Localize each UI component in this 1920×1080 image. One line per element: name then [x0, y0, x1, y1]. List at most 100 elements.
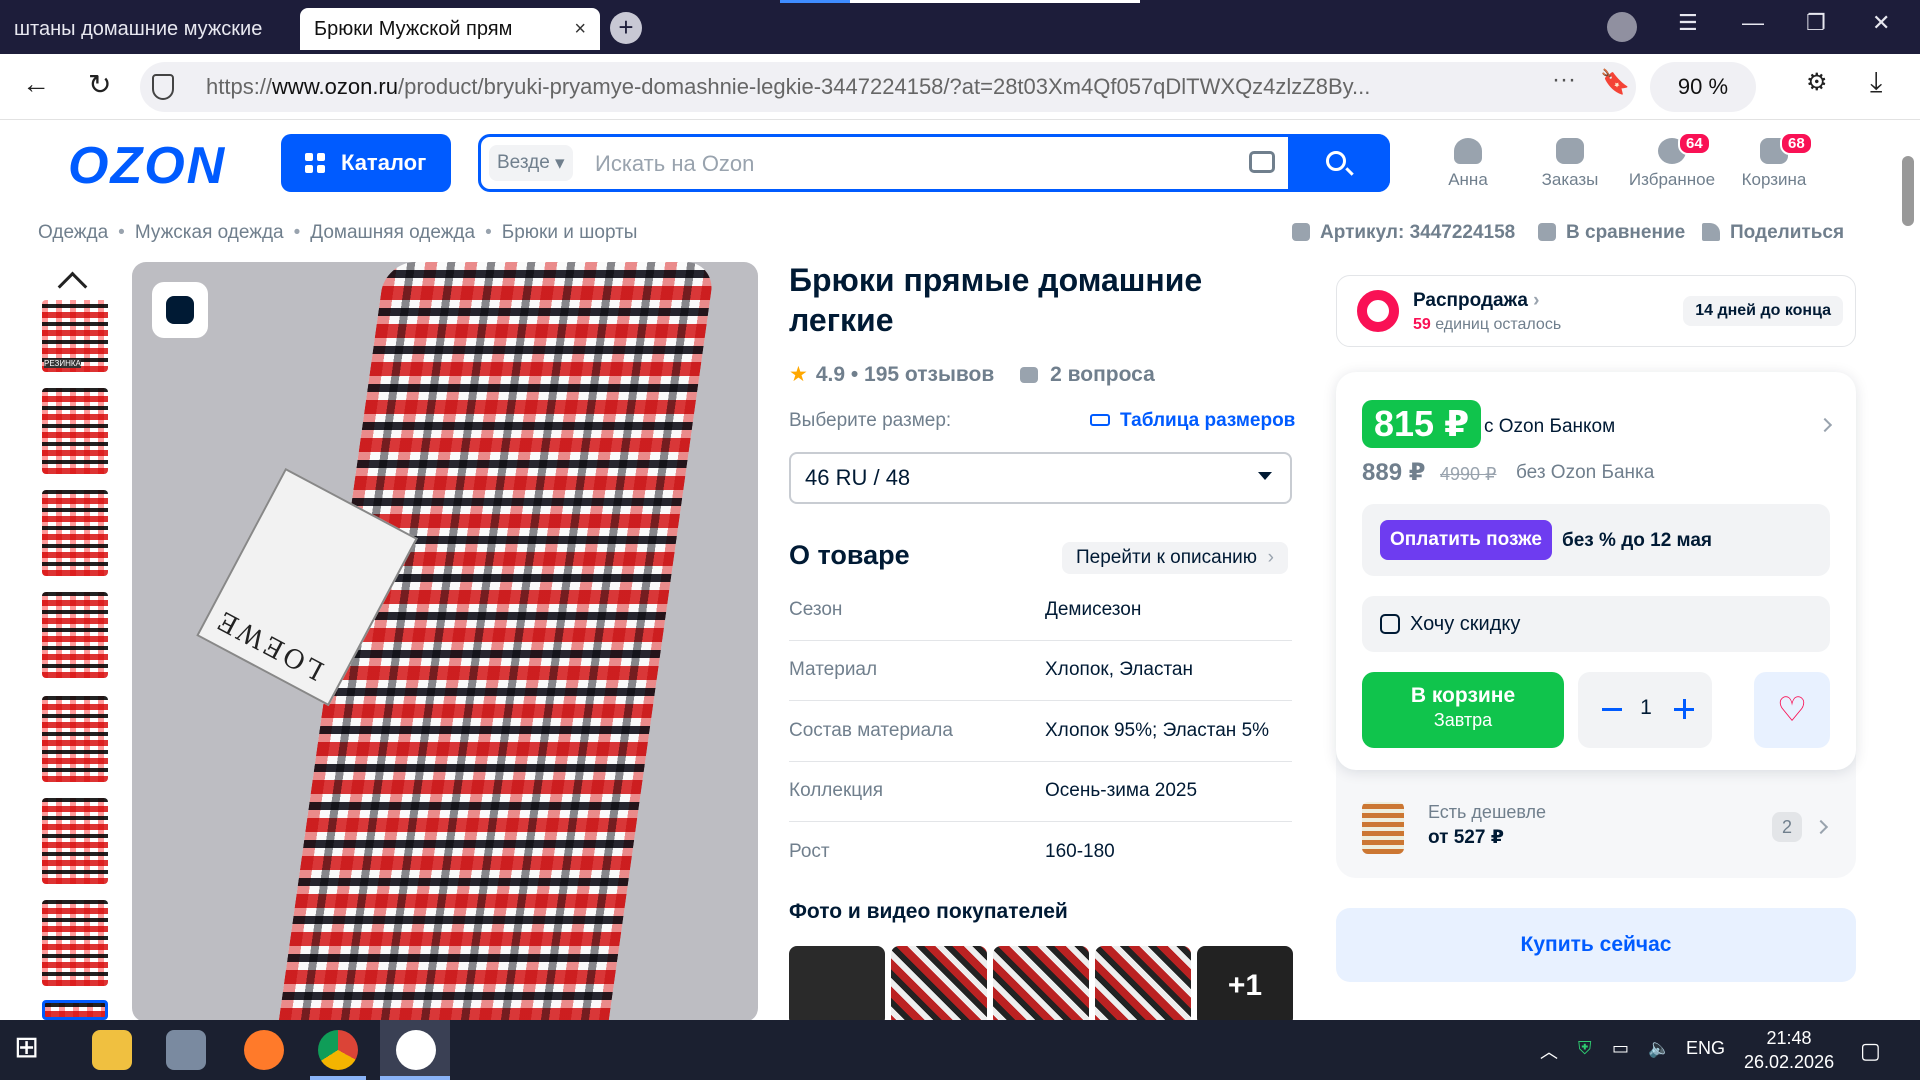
pay-later-button[interactable]: Оплатить позже [1380, 520, 1552, 560]
want-discount-label: Хочу скидку [1410, 612, 1521, 635]
profile-avatar[interactable] [1607, 12, 1637, 42]
tray-chevron-icon[interactable]: ︿ [1540, 1038, 1558, 1064]
ozon-logo[interactable]: OZON [68, 136, 226, 196]
want-discount-button[interactable]: Хочу скидку [1362, 596, 1830, 652]
taskbar [0, 1020, 1920, 1080]
user-icon [1454, 138, 1482, 164]
cheaper-price: от 527 ₽ [1428, 827, 1504, 848]
system-clock[interactable]: 21:48 26.02.2026 [1744, 1026, 1834, 1074]
gallery-thumbnail[interactable] [42, 592, 108, 678]
browser-tab-search[interactable]: штаны домашние мужские [0, 8, 442, 332]
notifications-icon[interactable]: ▢ [1860, 1038, 1881, 1064]
ruler-icon [1090, 414, 1110, 426]
spec-key: Рост [789, 841, 830, 863]
catalog-button[interactable]: Каталог [281, 134, 451, 192]
url-field[interactable]: https://www.ozon.ru/product/bryuki-pryam… [140, 62, 1636, 112]
spec-row: Коллекция Осень-зима 2025 [789, 762, 1292, 822]
gallery-thumbnail[interactable] [42, 388, 108, 474]
download-icon[interactable]: ⤓ [1870, 66, 1882, 99]
chevron-right-icon[interactable] [1817, 417, 1833, 433]
customer-photo[interactable] [993, 946, 1089, 1026]
search-button[interactable] [1288, 134, 1390, 192]
gallery-thumbnail[interactable]: РЕЗИНКА [42, 300, 108, 372]
chrome-icon[interactable] [318, 1030, 358, 1070]
header-orders[interactable]: Заказы [1520, 138, 1620, 190]
compare-icon [1538, 223, 1556, 241]
zoom-indicator[interactable]: 90 % [1650, 62, 1756, 112]
buy-now-button[interactable]: Купить сейчас [1336, 908, 1856, 982]
chevron-right-icon [1813, 819, 1829, 835]
questions-link[interactable]: 2 вопроса [1050, 363, 1155, 386]
site-shield-icon[interactable] [152, 74, 174, 100]
bookmark-icon[interactable]: 🔖 [1600, 68, 1630, 97]
article-number[interactable]: Артикул: 3447224158 [1292, 222, 1515, 244]
language-indicator[interactable]: ENG [1686, 1038, 1725, 1059]
sale-banner[interactable]: Распродажа › 59 единиц осталось 14 дней … [1336, 275, 1856, 347]
calculator-icon[interactable] [166, 1030, 206, 1070]
close-window-icon[interactable]: ✕ [1872, 10, 1890, 36]
tab-title: Брюки Мужской прям [314, 17, 513, 40]
sale-title: Распродажа › [1413, 290, 1540, 312]
customer-photo[interactable] [891, 946, 987, 1026]
header-profile[interactable]: Анна [1418, 138, 1518, 190]
go-to-description-button[interactable]: Перейти к описанию › [1062, 542, 1288, 574]
windows-start-icon[interactable]: ⊞ [14, 1030, 54, 1070]
compare-button[interactable]: В сравнение [1538, 222, 1685, 244]
in-cart-button[interactable]: В корзине Завтра [1362, 672, 1564, 748]
back-arrow-icon[interactable]: ← [22, 68, 50, 100]
size-table-link[interactable]: Таблица размеров [1090, 410, 1295, 432]
search-input[interactable]: Искать на Ozon [595, 151, 754, 177]
scrollbar-thumb[interactable] [1902, 156, 1914, 226]
favorite-button[interactable]: ♡ [1754, 672, 1830, 748]
tab-close-icon[interactable]: × [574, 18, 586, 41]
more-photos-button[interactable]: +1 [1197, 946, 1293, 1026]
gallery-thumbnail-selected[interactable] [42, 1000, 108, 1020]
breadcrumb-item[interactable]: Мужская одежда [135, 222, 284, 244]
restore-icon[interactable]: ❐ [1806, 10, 1826, 36]
pay-later-terms: без % до 12 мая [1562, 530, 1713, 551]
minimize-icon[interactable]: — [1742, 10, 1764, 36]
rating-reviews[interactable]: ★ 4.9 • 195 отзывов 2 вопроса [789, 362, 1155, 387]
menu-icon[interactable]: ☰ [1678, 10, 1698, 36]
price-card: 815 ₽ с Ozon Банком 889 ₽ 4990 ₽ без Ozo… [1336, 372, 1856, 770]
thumbs-scroll-up-icon[interactable] [58, 266, 88, 296]
reload-icon[interactable]: ↻ [88, 68, 111, 101]
without-bank-label: без Ozon Банка [1516, 462, 1655, 483]
browser-tab-product[interactable]: Брюки Мужской прям × [300, 8, 742, 332]
gallery-thumbnail[interactable] [42, 900, 108, 986]
header-cart[interactable]: 68 Корзина [1724, 132, 1824, 190]
cheaper-offers[interactable]: Есть дешевле от 527 ₽ 2 [1362, 798, 1832, 858]
volume-icon[interactable]: 🔈 [1648, 1038, 1670, 1059]
file-explorer-icon[interactable] [92, 1030, 132, 1070]
breadcrumb-item[interactable]: Домашняя одежда [310, 222, 475, 244]
camera-search-icon[interactable] [1249, 151, 1275, 173]
extension-icon[interactable]: ⚙ [1806, 68, 1828, 97]
share-button[interactable]: Поделиться [1702, 222, 1844, 244]
minus-icon[interactable] [1602, 708, 1622, 711]
spec-value: Хлопок 95%; Эластан 5% [1045, 719, 1270, 741]
defender-icon[interactable]: ⛨ [1578, 1038, 1592, 1059]
customer-photos: +1 [789, 946, 1293, 1026]
more-dots-icon[interactable]: ··· [1552, 66, 1576, 94]
yandex-browser-icon[interactable] [396, 1030, 436, 1070]
size-table-label: Таблица размеров [1120, 410, 1296, 431]
customer-photo[interactable] [1095, 946, 1191, 1026]
header-favorites[interactable]: 64 Избранное [1622, 132, 1722, 190]
page-scrollbar[interactable] [1896, 120, 1920, 1020]
firefox-icon[interactable] [244, 1030, 284, 1070]
gallery-thumbnail[interactable] [42, 798, 108, 884]
gallery-thumbnail[interactable] [42, 696, 108, 782]
pay-later-block[interactable]: Оплатить позже без % до 12 мая [1362, 504, 1830, 576]
new-tab-button[interactable]: + [610, 12, 642, 44]
gallery-thumbnail[interactable] [42, 490, 108, 576]
network-icon[interactable]: ▭ [1612, 1038, 1629, 1059]
breadcrumb-item[interactable]: Брюки и шорты [502, 222, 638, 244]
customer-photo[interactable] [789, 946, 885, 1026]
breadcrumb-item[interactable]: Одежда [38, 222, 108, 244]
image-search-button[interactable] [152, 282, 208, 338]
search-scope-dropdown[interactable]: Везде ▾ [489, 145, 573, 181]
size-select[interactable]: 46 RU / 48 [789, 452, 1292, 504]
star-icon: ★ [789, 363, 808, 386]
plus-icon-stem[interactable] [1682, 699, 1686, 719]
product-main-image[interactable]: LOEWE [132, 262, 758, 1022]
